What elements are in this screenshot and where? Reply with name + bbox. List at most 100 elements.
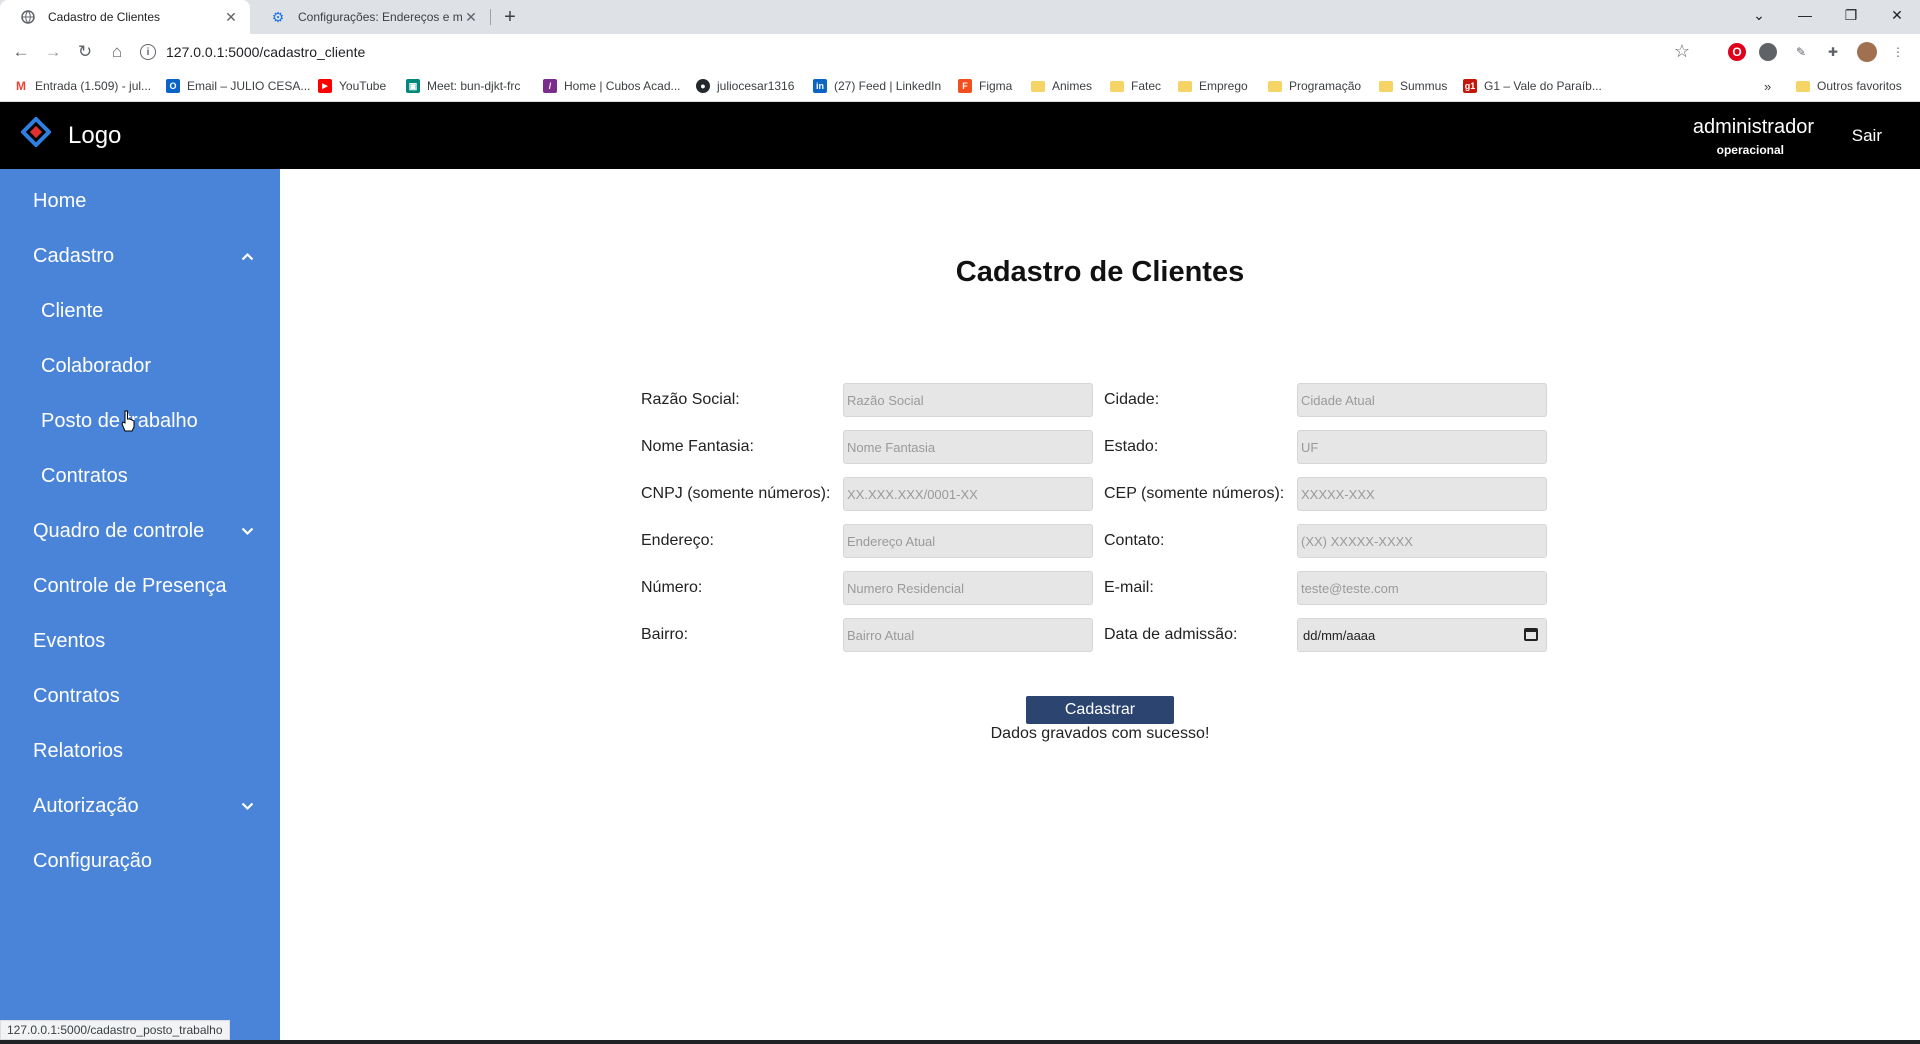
sidebar-item-quadro-de-controle[interactable]: Quadro de controle — [0, 511, 280, 551]
sidebar-item-home[interactable]: Home — [0, 181, 280, 221]
figma-icon: F — [958, 79, 972, 93]
bookmark-folder-fatec[interactable]: Fatec — [1110, 78, 1161, 94]
cnpj-input[interactable] — [843, 477, 1093, 511]
user-name: administrador — [1692, 116, 1814, 138]
bookmark-email[interactable]: O Email – JULIO CESA... — [166, 78, 310, 94]
sidebar-item-posto-de-trabalho[interactable]: Posto de trabalho — [0, 401, 280, 441]
sidebar-item-label: Colaborador — [41, 354, 152, 377]
numero-input[interactable] — [843, 571, 1093, 605]
opera-icon[interactable]: O — [1728, 43, 1746, 61]
tab-cadastro-clientes[interactable]: Cadastro de Clientes ✕ — [0, 0, 250, 34]
bairro-input[interactable] — [843, 618, 1093, 652]
cadastrar-button[interactable]: Cadastrar — [1026, 696, 1174, 724]
cep-label: CEP (somente números): — [1104, 485, 1285, 502]
outlook-icon: O — [166, 79, 180, 93]
tab-title: Cadastro de Clientes — [48, 10, 161, 24]
cep-input[interactable] — [1297, 477, 1547, 511]
folder-icon — [1110, 80, 1124, 92]
bookmark-label: Animes — [1052, 79, 1093, 93]
new-tab-icon[interactable]: + — [498, 5, 522, 29]
estado-input[interactable] — [1297, 430, 1547, 464]
sidebar-item-autorizacao[interactable]: Autorização — [0, 786, 280, 826]
bookmark-outros-favoritos[interactable]: Outros favoritos — [1796, 78, 1902, 94]
minimize-icon[interactable]: — — [1782, 0, 1828, 30]
bookmark-label: juliocesar1316 — [717, 79, 795, 93]
linkedin-icon: in — [813, 79, 827, 93]
success-message: Dados gravados com sucesso! — [990, 725, 1210, 742]
puzzle-icon[interactable]: ✚ — [1824, 43, 1842, 61]
sidebar-item-label: Cliente — [41, 299, 104, 322]
bookmark-youtube[interactable]: ▶ YouTube — [318, 78, 386, 94]
address-bar[interactable]: i 127.0.0.1:5000/cadastro_cliente ☆ — [140, 38, 1690, 66]
sidebar-item-label: Quadro de controle — [33, 519, 205, 542]
globe-icon — [20, 9, 36, 25]
bookmark-star-icon[interactable]: ☆ — [1674, 41, 1690, 62]
sidebar-item-controle-de-presenca[interactable]: Controle de Presença — [0, 566, 280, 606]
sidebar-item-contratos[interactable]: Contratos — [0, 676, 280, 716]
avatar[interactable] — [1857, 42, 1877, 62]
email-input[interactable] — [1297, 571, 1547, 605]
bookmark-figma[interactable]: F Figma — [958, 78, 1012, 94]
sidebar-item-colaborador[interactable]: Colaborador — [0, 346, 280, 386]
bookmark-label: Figma — [979, 79, 1013, 93]
razao-social-input[interactable] — [843, 383, 1093, 417]
window-close-icon[interactable]: ✕ — [1874, 0, 1920, 30]
sidebar-item-cadastro[interactable]: Cadastro — [0, 236, 280, 276]
data-admissao-input[interactable]: dd/mm/aaaa — [1297, 618, 1547, 652]
bookmark-linkedin[interactable]: in (27) Feed | LinkedIn — [813, 78, 941, 94]
sidebar-item-label: Autorização — [33, 794, 139, 817]
taskbar-edge — [0, 1040, 1920, 1044]
gmail-icon: M — [16, 79, 26, 93]
restore-icon[interactable]: ❐ — [1828, 0, 1874, 30]
bookmark-folder-animes[interactable]: Animes — [1031, 78, 1092, 94]
menu-icon[interactable]: ⋮ — [1889, 43, 1907, 61]
sidebar-item-eventos[interactable]: Eventos — [0, 621, 280, 661]
razao-social-label: Razão Social: — [641, 391, 740, 408]
nome-fantasia-input[interactable] — [843, 430, 1093, 464]
bookmark-github[interactable]: ● juliocesar1316 — [696, 78, 794, 94]
extension-icon[interactable] — [1759, 43, 1777, 61]
contato-input[interactable] — [1297, 524, 1547, 558]
bookmark-folder-programacao[interactable]: Programação — [1268, 78, 1361, 94]
bookmark-label: Meet: bun-djkt-frc — [427, 79, 521, 93]
home-icon[interactable]: ⌂ — [105, 40, 129, 64]
bookmarks-overflow-icon[interactable]: » — [1764, 78, 1771, 94]
sidebar-item-configuracao[interactable]: Configuração — [0, 841, 280, 881]
info-icon[interactable]: i — [140, 44, 156, 60]
bookmark-folder-summus[interactable]: Summus — [1379, 78, 1447, 94]
date-value: dd/mm/aaaa — [1303, 627, 1376, 643]
cidade-input[interactable] — [1297, 383, 1547, 417]
reload-icon[interactable]: ↻ — [73, 40, 97, 64]
page-title: Cadastro de Clientes — [955, 256, 1245, 288]
calendar-icon[interactable] — [1524, 628, 1538, 641]
close-icon[interactable]: ✕ — [222, 8, 240, 26]
back-icon[interactable]: ← — [9, 40, 33, 64]
cidade-label: Cidade: — [1104, 391, 1160, 408]
bookmark-meet[interactable]: ▣ Meet: bun-djkt-frc — [406, 78, 520, 94]
chevron-down-icon — [241, 524, 254, 539]
bookmark-folder-emprego[interactable]: Emprego — [1178, 78, 1248, 94]
forward-icon[interactable]: → — [41, 40, 65, 64]
logo-text[interactable]: Logo — [68, 122, 121, 150]
bookmark-label: Summus — [1400, 79, 1448, 93]
bookmark-cubos[interactable]: / Home | Cubos Acad... — [543, 78, 681, 94]
sidebar-item-cliente[interactable]: Cliente — [0, 291, 280, 331]
tab-search-icon[interactable]: ⌄ — [1736, 0, 1782, 30]
bookmark-g1[interactable]: g1 G1 – Vale do Paraíb... — [1463, 78, 1602, 94]
endereco-input[interactable] — [843, 524, 1093, 558]
sidebar-item-label: Contratos — [41, 464, 128, 487]
eyedropper-icon[interactable]: ✎ — [1792, 43, 1810, 61]
sidebar-item-contratos-sub[interactable]: Contratos — [0, 456, 280, 496]
tab-configuracoes[interactable]: ⚙ Configurações: Endereços e mais ✕ — [250, 0, 490, 34]
sidebar-item-label: Posto de trabalho — [41, 409, 198, 432]
logout-link[interactable]: Sair — [1852, 126, 1882, 146]
close-icon[interactable]: ✕ — [462, 8, 480, 26]
cubos-icon: / — [543, 79, 557, 93]
sidebar-item-relatorios[interactable]: Relatorios — [0, 731, 280, 771]
bookmark-gmail[interactable]: M Entrada (1.509) - jul... — [14, 78, 151, 94]
youtube-icon: ▶ — [318, 79, 332, 93]
folder-icon — [1268, 80, 1282, 92]
tab-separator — [490, 9, 491, 25]
bookmark-label: Programação — [1289, 79, 1362, 93]
sidebar-item-label: Eventos — [33, 629, 106, 652]
